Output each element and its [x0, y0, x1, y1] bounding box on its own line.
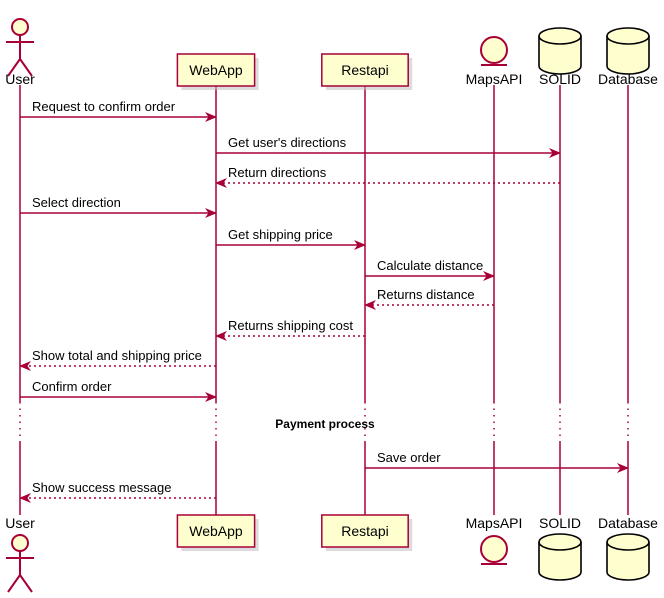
database-cylinder-icon — [606, 533, 650, 581]
actor-head-icon — [11, 534, 29, 552]
participant-label: MapsAPI — [466, 71, 523, 87]
message-label: Select direction — [32, 195, 121, 210]
message-label: Return directions — [228, 165, 327, 180]
message-6: Returns distance — [364, 287, 494, 310]
participant-restapi[interactable]: Restapi — [321, 53, 413, 90]
participant-label: SOLID — [539, 71, 581, 87]
actor-leg-left — [7, 574, 21, 593]
message-label: Show total and shipping price — [32, 348, 202, 363]
message-label: Request to confirm order — [32, 99, 176, 114]
message-label: Returns distance — [377, 287, 475, 302]
message-5: Calculate distance — [365, 258, 495, 281]
participant-label: User — [5, 515, 35, 531]
message-label: Calculate distance — [377, 258, 483, 273]
sequence-diagram: Payment process Request to confirm order… — [0, 0, 664, 598]
message-10: Save order — [365, 450, 629, 473]
participant-label: Database — [598, 71, 658, 87]
database-cylinder-icon — [606, 27, 650, 75]
message-4: Get shipping price — [216, 227, 366, 250]
participant-webapp[interactable]: WebApp — [176, 53, 259, 90]
message-label: Show success message — [32, 480, 171, 495]
database-cylinder-icon — [538, 533, 582, 581]
participants-top: User WebApp Restapi MapsAPI SOLID Database — [5, 18, 658, 90]
message-9: Confirm order — [20, 379, 217, 402]
participant-restapi[interactable]: Restapi — [321, 514, 413, 551]
participant-label: User — [5, 71, 35, 87]
entity-circle-icon — [480, 535, 508, 563]
participant-label: MapsAPI — [466, 515, 523, 531]
diagram-canvas: Payment process Request to confirm order… — [5, 18, 658, 593]
message-1: Get user's directions — [216, 135, 561, 158]
message-11: Show success message — [19, 480, 216, 503]
message-7: Returns shipping cost — [215, 318, 365, 341]
actor-head-icon — [11, 18, 29, 36]
participant-solid[interactable]: SOLID — [538, 515, 582, 581]
participant-label: WebApp — [189, 62, 243, 78]
participant-label: Restapi — [341, 62, 388, 78]
actor-leg-right — [19, 574, 33, 593]
message-label: Get user's directions — [228, 135, 347, 150]
participant-label: WebApp — [189, 523, 243, 539]
message-3: Select direction — [20, 195, 217, 218]
message-label: Returns shipping cost — [228, 318, 353, 333]
participant-user[interactable]: User — [5, 18, 35, 87]
message-label: Save order — [377, 450, 441, 465]
participant-label: Restapi — [341, 523, 388, 539]
participants-bottom: User WebApp Restapi MapsAPI SOLID Database — [5, 514, 658, 593]
participant-database[interactable]: Database — [598, 27, 658, 87]
message-0: Request to confirm order — [20, 99, 217, 122]
message-label: Confirm order — [32, 379, 112, 394]
delay-region: Payment process — [275, 417, 375, 431]
participant-label: Database — [598, 515, 658, 531]
participant-mapsapi[interactable]: MapsAPI — [466, 36, 523, 87]
message-8: Show total and shipping price — [19, 348, 216, 371]
entity-circle-icon — [480, 36, 508, 64]
participant-label: SOLID — [539, 515, 581, 531]
participant-mapsapi[interactable]: MapsAPI — [466, 515, 523, 565]
participant-user[interactable]: User — [5, 515, 35, 593]
delay-label: Payment process — [275, 417, 375, 431]
message-label: Get shipping price — [228, 227, 333, 242]
participant-database[interactable]: Database — [598, 515, 658, 581]
database-cylinder-icon — [538, 27, 582, 75]
participant-webapp[interactable]: WebApp — [176, 514, 259, 551]
message-2: Return directions — [215, 165, 560, 188]
messages-layer: Request to confirm order Get user's direc… — [19, 99, 629, 503]
participant-solid[interactable]: SOLID — [538, 27, 582, 87]
